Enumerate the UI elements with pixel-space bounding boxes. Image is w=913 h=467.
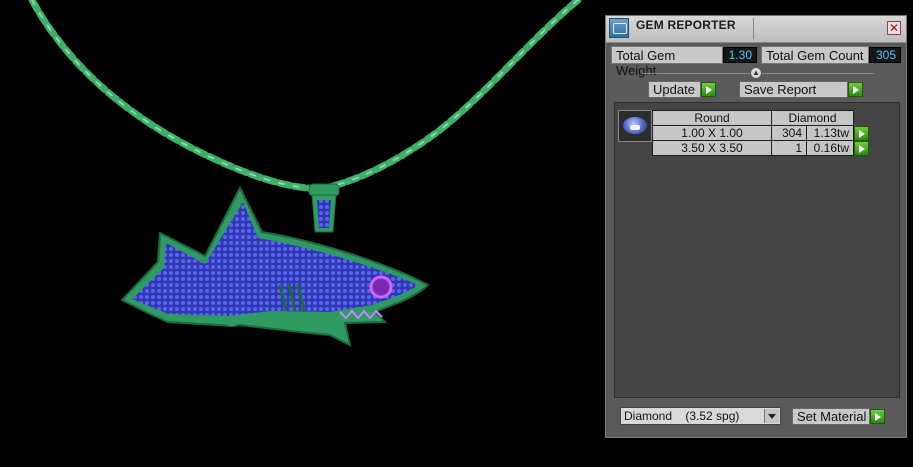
total-gem-count-label: Total Gem Count — [761, 46, 869, 64]
3d-viewport[interactable] — [0, 0, 605, 467]
chain — [28, 0, 582, 192]
material-select[interactable]: Diamond (3.52 spg) — [620, 407, 781, 425]
play-arrow-icon[interactable] — [870, 409, 885, 424]
shark — [120, 185, 430, 347]
app-icon — [609, 18, 629, 38]
gem-icon[interactable] — [618, 110, 652, 142]
row-size: 3.50 X 3.50 — [652, 140, 772, 156]
gem-table: Round Diamond 1.00 X 1.00 304 1.13tw 3.5… — [652, 110, 870, 156]
title-bar[interactable]: GEM REPORTER ✕ — [606, 16, 906, 43]
header-cut: Round — [652, 110, 772, 126]
dropdown-arrow-icon[interactable] — [764, 409, 779, 423]
title-separator — [753, 18, 754, 39]
update-button[interactable]: Update — [648, 81, 701, 98]
table-row[interactable]: 1.00 X 1.00 304 1.13tw — [652, 125, 870, 141]
shark-pendant-render — [28, 0, 582, 347]
table-header: Round Diamond — [652, 110, 870, 126]
total-gem-count-value: 305 — [869, 47, 901, 63]
table-row[interactable]: 3.50 X 3.50 1 0.16tw — [652, 140, 870, 156]
play-arrow-icon[interactable] — [854, 140, 869, 156]
row-weight: 0.16tw — [806, 140, 854, 156]
play-arrow-icon[interactable] — [854, 125, 869, 141]
eye — [369, 275, 393, 299]
report-area: Round Diamond 1.00 X 1.00 304 1.13tw 3.5… — [614, 102, 900, 398]
save-report-button[interactable]: Save Report — [739, 81, 848, 98]
gem-reporter-panel: GEM REPORTER ✕ Total Gem Weight 1.30 Tot… — [605, 15, 907, 438]
row-count: 1 — [771, 140, 807, 156]
total-gem-weight-value: 1.30 — [723, 47, 757, 63]
material-select-value: Diamond (3.52 spg) — [624, 409, 740, 423]
bail — [308, 183, 340, 233]
row-size: 1.00 X 1.00 — [652, 125, 772, 141]
play-arrow-icon[interactable] — [848, 82, 863, 97]
row-weight: 1.13tw — [806, 125, 854, 141]
close-icon[interactable]: ✕ — [887, 21, 901, 35]
play-arrow-icon[interactable] — [701, 82, 716, 97]
window-title: GEM REPORTER — [636, 18, 736, 32]
set-material-button[interactable]: Set Material — [792, 408, 870, 425]
header-material: Diamond — [771, 110, 854, 126]
total-gem-weight-label: Total Gem Weight — [611, 46, 723, 78]
row-count: 304 — [771, 125, 807, 141]
chevron-up-icon[interactable]: ▲ — [750, 67, 762, 79]
